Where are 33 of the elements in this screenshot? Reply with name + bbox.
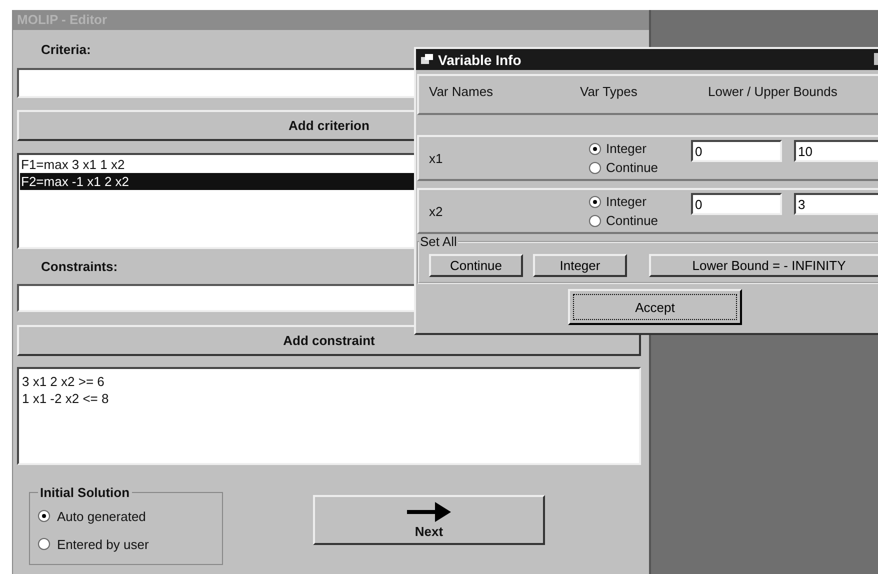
constraints-list[interactable]: 3 x1 2 x2 >= 6 1 x1 -2 x2 <= 8 (17, 367, 641, 465)
set-all-button[interactable]: Lower Bound = - INFINITY (649, 254, 878, 277)
column-header: Var Names (429, 84, 494, 99)
next-button[interactable]: Next (313, 495, 545, 545)
radio-button[interactable] (38, 538, 50, 550)
constraint-item[interactable]: 3 x1 2 x2 >= 6 (21, 373, 637, 390)
radio-button[interactable] (589, 162, 601, 174)
column-header: Var Types (580, 84, 638, 99)
variable-name: x2 (428, 204, 444, 218)
constraints-label: Constraints: (41, 259, 118, 274)
radio-label: Integer (606, 141, 646, 156)
variable-name: x1 (428, 150, 444, 166)
set-all-button[interactable]: Integer (533, 254, 627, 277)
set-all-button[interactable]: Continue (429, 254, 523, 277)
accept-button[interactable]: Accept (568, 289, 742, 325)
window-icon (421, 54, 433, 65)
group-title: Initial Solution (39, 485, 131, 500)
radio-label: Entered by user (57, 536, 149, 552)
column-header: Lower / Upper Bounds (708, 84, 838, 99)
criteria-label: Criteria: (41, 42, 91, 56)
radio-button[interactable] (589, 214, 601, 226)
arrow-right-icon (405, 501, 453, 523)
radio-label: Auto generated (57, 508, 146, 524)
radio-button[interactable] (38, 510, 50, 522)
group-title: Set All (419, 234, 458, 249)
upper-bound-field[interactable]: 10 (794, 140, 878, 162)
lower-bound-field[interactable]: 0 (691, 140, 782, 162)
constraint-item[interactable]: 1 x1 -2 x2 <= 8 (21, 390, 637, 407)
lower-bound-field[interactable]: 0 (691, 193, 782, 215)
upper-bound-field[interactable]: 3 (794, 193, 878, 215)
radio-button[interactable] (589, 196, 601, 208)
radio-button[interactable] (589, 142, 601, 154)
dialog-title: Variable Info (438, 52, 522, 68)
